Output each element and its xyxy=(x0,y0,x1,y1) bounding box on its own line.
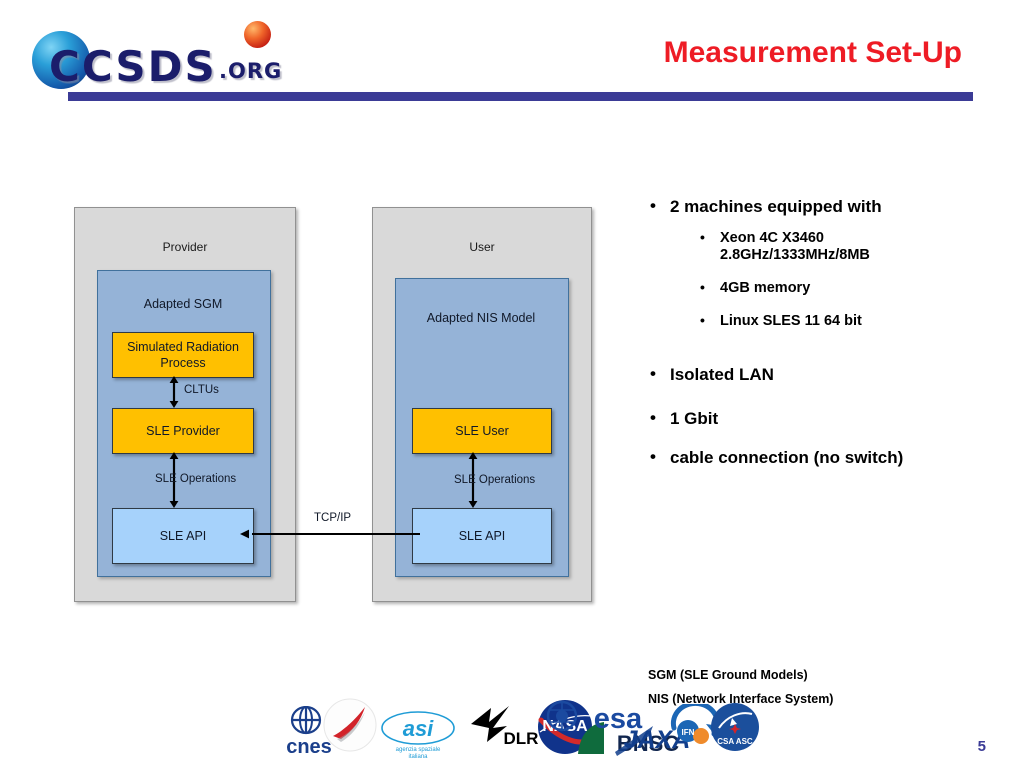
user-sle-api-label: SLE API xyxy=(458,529,506,543)
csa-asc-label: CSA ASC xyxy=(717,737,753,746)
adapted-nis-model-text: Adapted NIS Model xyxy=(426,311,536,325)
bullet-cabling: cable connection (no switch) xyxy=(646,446,1016,469)
footnote-sgm: SGM (SLE Ground Models) xyxy=(648,668,808,682)
user-sle-api-node: SLE API xyxy=(412,508,552,564)
roscosmos-logo xyxy=(323,698,377,757)
csa-asc-logo: CSA ASC xyxy=(710,702,760,757)
tcp-ip-connector xyxy=(240,529,420,539)
specs-bullet-list: 2 machines equipped with Xeon 4C X3460 2… xyxy=(646,195,1016,471)
member-agency-logos: cnes asi agenzia spaziale italiana DLR N… xyxy=(276,698,776,762)
bullet-cpu-line2: 2.8GHz/1333MHz/8MB xyxy=(720,247,870,263)
dlr-mark-icon: DLR xyxy=(471,706,538,748)
bullet-cpu-line1: Xeon 4C X3460 xyxy=(720,230,824,246)
sle-provider-node: SLE Provider xyxy=(112,408,254,454)
provider-sle-operations-label: SLE Operations xyxy=(155,473,237,485)
bullet-speed: 1 Gbit xyxy=(646,407,1016,430)
provider-sle-api-label: SLE API xyxy=(159,529,207,543)
bullet-cpu: Xeon 4C X3460 2.8GHz/1333MHz/8MB xyxy=(692,229,1016,264)
svg-text:IFN: IFN xyxy=(682,728,695,737)
sle-user-label: SLE User xyxy=(455,424,509,438)
asi-label-line2: italiana xyxy=(408,754,428,760)
page-number: 5 xyxy=(977,738,986,755)
machine-spec-sublist: Xeon 4C X3460 2.8GHz/1333MHz/8MB 4GB mem… xyxy=(692,229,1016,330)
user-label: User xyxy=(469,240,495,254)
cltus-label: CLTUs xyxy=(184,384,219,396)
page-title: Measurement Set-Up xyxy=(663,36,962,69)
sle-user-node: SLE User xyxy=(412,408,552,454)
roscosmos-mark-icon xyxy=(323,698,377,752)
simulated-radiation-process-label: Simulated Radiation Process xyxy=(127,340,239,370)
bullet-memory: 4GB memory xyxy=(692,279,1016,297)
dlr-logo: DLR xyxy=(463,702,539,757)
asi-mark-icon: asi agenzia spaziale italiana xyxy=(381,711,455,760)
csa-asc-mark-icon: CSA ASC xyxy=(711,703,759,751)
simulated-radiation-process-node: Simulated Radiation Process xyxy=(112,332,254,378)
bullet-os: Linux SLES 11 64 bit xyxy=(692,312,1016,330)
user-sle-operations-label: SLE Operations xyxy=(454,474,536,486)
sle-provider-label: SLE Provider xyxy=(146,424,220,438)
bullet-lan: Isolated LAN xyxy=(646,363,1016,386)
adapted-sgm-label: Adapted SGM xyxy=(143,297,223,311)
architecture-diagram: Provider Adapted SGM Simulated Radiation… xyxy=(0,0,640,660)
svg-text:asi: asi xyxy=(403,716,434,741)
asi-label-line1: agenzia spaziale xyxy=(396,747,441,753)
provider-sle-api-node: SLE API xyxy=(112,508,254,564)
cltus-arrow xyxy=(169,376,179,408)
bullet-machines: 2 machines equipped with xyxy=(646,195,1016,218)
tcp-ip-label: TCP/IP xyxy=(314,512,352,524)
provider-label: Provider xyxy=(162,240,208,254)
asi-logo: asi agenzia spaziale italiana xyxy=(380,710,456,765)
adapted-nis-model-label: Adapted NIS Model xyxy=(395,310,567,326)
